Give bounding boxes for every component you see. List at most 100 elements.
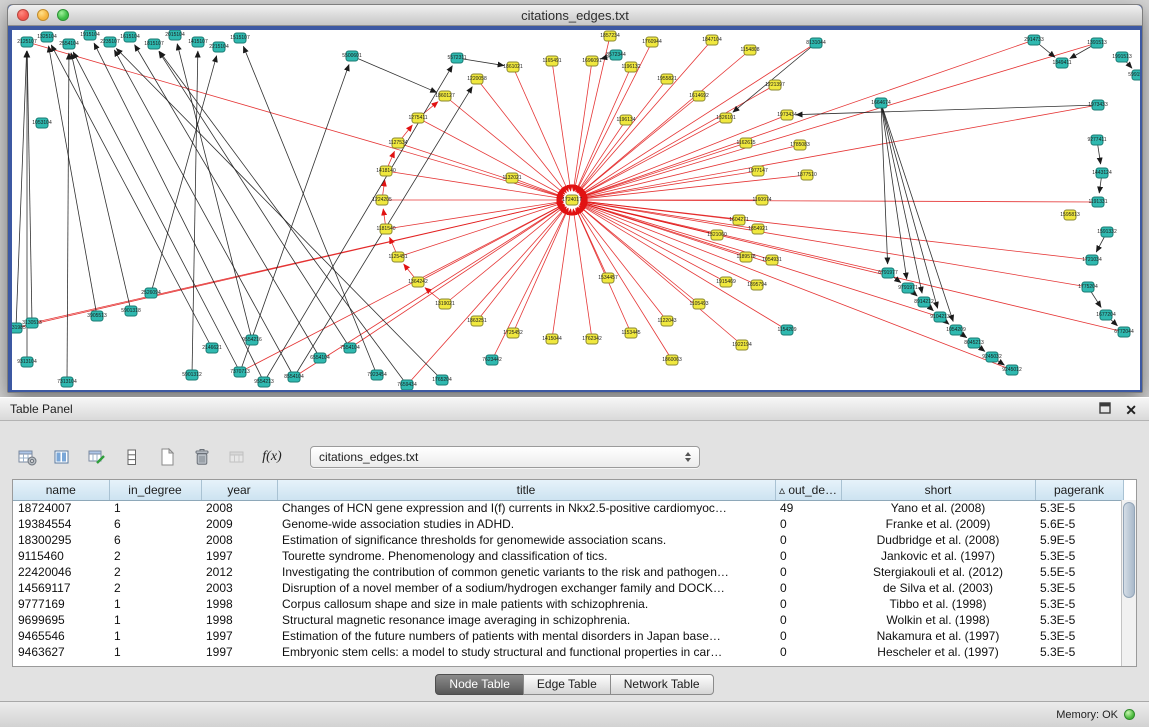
graph-node[interactable]: 2125107 [21, 37, 34, 48]
memory-status-indicator[interactable] [1124, 709, 1135, 720]
graph-node[interactable]: 6554104 [314, 353, 327, 364]
graph-node[interactable]: 2554104 [63, 39, 76, 50]
graph-node[interactable]: 1154209 [781, 325, 794, 336]
graph-edge[interactable] [159, 52, 350, 348]
rows-icon[interactable] [121, 444, 143, 470]
graph-node[interactable]: 8554104 [288, 372, 301, 383]
graph-node[interactable]: 1054931 [766, 255, 779, 266]
import-table-icon[interactable] [226, 444, 248, 470]
tab-node-table[interactable]: Node Table [435, 674, 524, 695]
graph-node[interactable]: 1160974 [756, 195, 769, 206]
float-window-icon[interactable] [1099, 401, 1111, 419]
graph-node[interactable]: 7923454 [371, 370, 384, 381]
graph-node[interactable]: 7623442 [486, 355, 499, 366]
graph-node[interactable]: 1815107 [148, 39, 161, 50]
graph-edge[interactable] [581, 43, 1097, 197]
graph-edge[interactable] [73, 52, 240, 372]
graph-node[interactable]: 1847104 [706, 35, 719, 46]
graph-node[interactable]: 9104213 [934, 312, 947, 323]
column-header[interactable]: title [277, 480, 775, 500]
graph-edge[interactable] [477, 79, 566, 193]
table-row[interactable]: 2242004622012Investigating the contribut… [13, 564, 1123, 580]
graph-node[interactable]: 1319021 [439, 299, 452, 310]
graph-node[interactable]: 3130513 [26, 318, 39, 329]
table-row[interactable]: 977716911998Corpus callosum shape and si… [13, 596, 1123, 612]
graph-node[interactable]: 1785083 [794, 140, 807, 151]
graph-node[interactable]: 6791977 [882, 268, 895, 279]
graph-node[interactable]: 1031985 [12, 323, 23, 334]
column-header[interactable]: in_degree [109, 480, 201, 500]
graph-node[interactable]: 1664674 [875, 98, 888, 109]
table-settings-icon[interactable] [16, 444, 38, 470]
graph-node[interactable]: 1860127 [439, 91, 452, 102]
graph-edge[interactable] [135, 45, 320, 358]
graph-node[interactable]: 1861021 [507, 62, 520, 73]
graph-node[interactable]: 8572344 [610, 50, 623, 61]
graph-node[interactable]: 1973433 [1092, 100, 1105, 111]
graph-node[interactable]: 1614692 [693, 91, 706, 102]
graph-node[interactable]: 1915104 [84, 30, 97, 41]
graph-edge[interactable] [581, 201, 1088, 287]
graph-edge[interactable] [512, 178, 564, 197]
scrollbar-thumb[interactable] [1123, 502, 1135, 598]
graph-edge[interactable] [240, 204, 564, 372]
graph-edge[interactable] [116, 48, 442, 380]
graph-node[interactable]: 1105493 [693, 299, 706, 310]
graph-edge[interactable] [445, 206, 565, 304]
graph-node[interactable]: 1391513 [1091, 38, 1104, 49]
graph-node[interactable]: 5901318 [125, 306, 138, 317]
graph-edge[interactable] [477, 207, 566, 321]
graph-edge[interactable] [16, 51, 27, 328]
graph-node[interactable]: 1696091 [586, 56, 599, 67]
graph-node[interactable]: 1863251 [471, 316, 484, 327]
graph-node[interactable]: 1325104 [41, 32, 54, 43]
column-header[interactable]: ▵ out_de… [775, 480, 841, 500]
graph-node[interactable]: 2015104 [169, 30, 182, 41]
graph-node[interactable]: 1515107 [234, 33, 247, 44]
column-header[interactable]: name [13, 480, 109, 500]
trash-icon[interactable] [191, 444, 213, 470]
graph-node[interactable]: 1122043 [661, 316, 674, 327]
graph-node[interactable]: 1415044 [546, 334, 559, 345]
graph-node[interactable]: 1591332 [1101, 227, 1114, 238]
graph-node[interactable]: 1721034 [1086, 255, 1099, 266]
graph-node[interactable]: 1762342 [586, 334, 599, 345]
graph-node[interactable]: 9245032 [986, 352, 999, 363]
graph-node[interactable]: 9554216 [246, 335, 259, 346]
graph-node[interactable]: 1973434 [781, 110, 794, 121]
window-titlebar[interactable]: citations_edges.txt [8, 5, 1142, 26]
graph-edge[interactable] [71, 53, 131, 311]
graph-node[interactable]: 9245012 [1006, 365, 1019, 376]
graph-node[interactable]: 1162615 [740, 138, 753, 149]
graph-node[interactable]: 1191331 [1092, 197, 1105, 208]
graph-node[interactable]: 1922194 [736, 340, 749, 351]
graph-node[interactable]: 1275411 [412, 113, 425, 124]
graph-edge[interactable] [94, 43, 264, 382]
graph-node[interactable]: 1132021 [506, 173, 519, 184]
graph-node[interactable]: 1349411 [1056, 58, 1069, 69]
graph-edge[interactable] [581, 105, 1098, 198]
graph-node[interactable]: 1877510 [801, 170, 814, 181]
graph-edge[interactable] [27, 51, 32, 323]
graph-node[interactable]: 1220058 [471, 74, 484, 85]
graph-node[interactable]: 9791971 [902, 283, 915, 294]
table-row[interactable]: 1456911722003Disruption of a novel membe… [13, 580, 1123, 596]
graph-edge[interactable] [581, 171, 758, 199]
column-header[interactable]: pagerank [1035, 480, 1123, 500]
graph-edge[interactable] [243, 46, 377, 375]
table-row[interactable]: 969969511998Structural magnetic resonanc… [13, 612, 1123, 628]
graph-node[interactable]: 1321060 [711, 230, 724, 241]
graph-edge[interactable] [386, 201, 563, 229]
graph-node[interactable]: 7554104 [344, 343, 357, 354]
graph-edge[interactable] [552, 61, 571, 191]
graph-node[interactable]: 2215104 [213, 42, 226, 53]
graph-node[interactable]: 1725452 [507, 328, 520, 339]
graph-edge[interactable] [177, 44, 252, 340]
new-document-icon[interactable] [156, 444, 178, 470]
graph-node[interactable]: 1724017 [566, 195, 579, 206]
graph-node[interactable]: 2526094 [145, 288, 158, 299]
graph-node[interactable]: 6772044 [1118, 327, 1131, 338]
close-icon[interactable]: ✕ [1125, 403, 1137, 417]
table-row[interactable]: 1872400712008Changes of HCN gene express… [13, 500, 1123, 516]
graph-node[interactable]: 5991504 [1132, 70, 1141, 81]
